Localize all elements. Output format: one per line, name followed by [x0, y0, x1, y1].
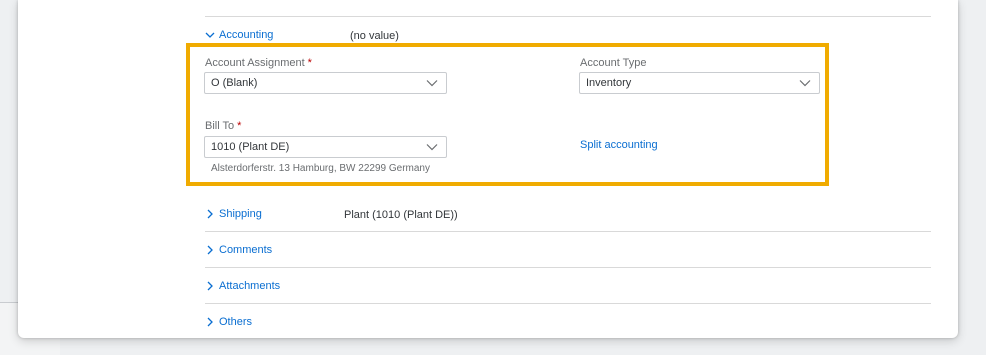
account-assignment-select[interactable]: O (Blank): [204, 72, 447, 94]
divider: [205, 267, 931, 268]
chevron-down-icon: [205, 30, 215, 40]
required-marker: *: [237, 120, 242, 132]
divider-top: [205, 16, 931, 17]
chevron-right-icon: [205, 281, 215, 291]
section-accounting-title[interactable]: Accounting: [219, 29, 273, 41]
section-comments-title[interactable]: Comments: [219, 244, 272, 256]
chevron-down-icon: [426, 79, 438, 87]
section-others-title[interactable]: Others: [219, 316, 252, 328]
chevron-down-icon: [426, 143, 438, 151]
item-details-panel: [18, 0, 958, 338]
account-assignment-value: O (Blank): [211, 77, 258, 89]
bill-to-value: 1010 (Plant DE): [211, 141, 290, 153]
chevron-right-icon: [205, 317, 215, 327]
section-attachments[interactable]: Attachments: [205, 280, 280, 292]
bill-to-address: Alsterdorferstr. 13 Hamburg, BW 22299 Ge…: [211, 163, 430, 174]
shipping-summary: Plant (1010 (Plant DE)): [344, 209, 458, 221]
accounting-summary: (no value): [350, 30, 399, 42]
account-assignment-label-text: Account Assignment: [205, 57, 305, 69]
bill-to-select[interactable]: 1010 (Plant DE): [204, 136, 447, 158]
section-attachments-title[interactable]: Attachments: [219, 280, 280, 292]
chevron-right-icon: [205, 245, 215, 255]
account-type-select[interactable]: Inventory: [579, 72, 820, 94]
divider: [205, 231, 931, 232]
required-marker: *: [307, 57, 312, 69]
split-accounting-link[interactable]: Split accounting: [580, 139, 658, 151]
account-type-label: Account Type: [580, 57, 647, 69]
chevron-down-icon: [799, 79, 811, 87]
section-others[interactable]: Others: [205, 316, 252, 328]
divider: [205, 303, 931, 304]
section-shipping-title[interactable]: Shipping: [219, 208, 262, 220]
section-comments[interactable]: Comments: [205, 244, 272, 256]
bill-to-label-text: Bill To: [205, 120, 235, 132]
section-accounting[interactable]: Accounting: [205, 29, 273, 41]
chevron-right-icon: [205, 209, 215, 219]
account-type-value: Inventory: [586, 77, 632, 89]
bill-to-label: Bill To *: [205, 120, 241, 132]
account-assignment-label: Account Assignment *: [205, 57, 312, 69]
section-shipping[interactable]: Shipping: [205, 208, 262, 220]
